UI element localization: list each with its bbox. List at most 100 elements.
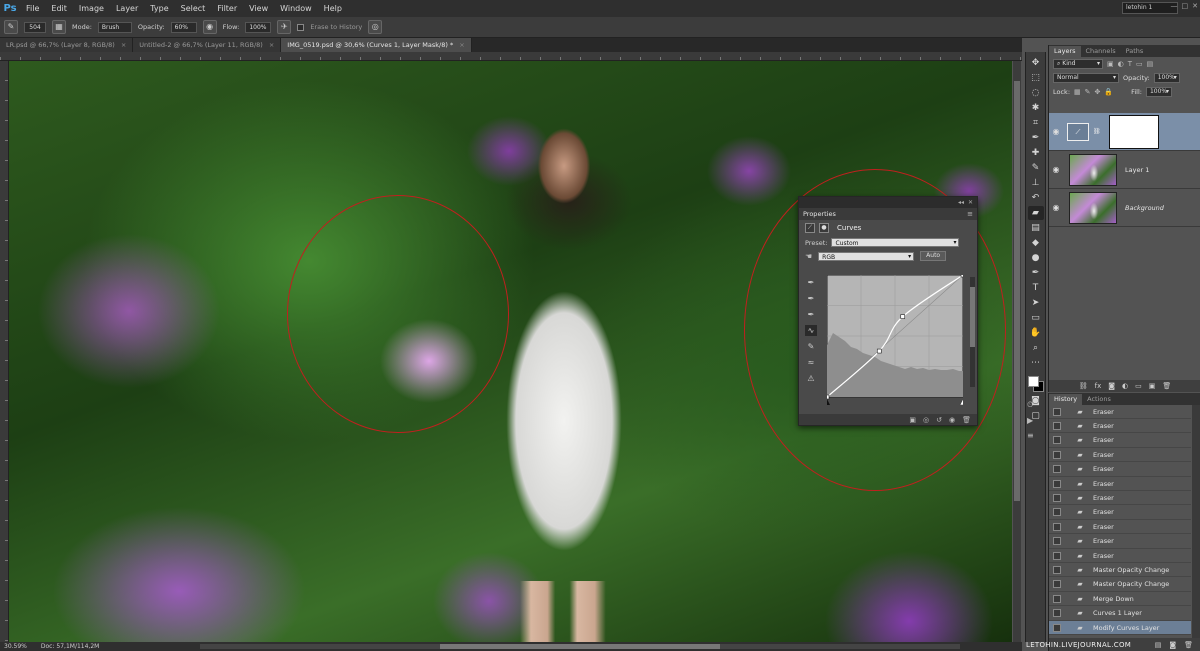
menu-type[interactable]: Type	[144, 4, 174, 13]
channel-select[interactable]: RGB	[818, 251, 915, 261]
tab-history[interactable]: History	[1049, 394, 1083, 405]
auto-button[interactable]: Auto	[920, 251, 947, 261]
properties-titlebar[interactable]: ◂◂ ✕	[799, 197, 977, 208]
history-source-checkbox[interactable]	[1053, 450, 1061, 459]
filter-shape-icon[interactable]: ▭	[1136, 60, 1143, 68]
history-source-checkbox[interactable]	[1053, 493, 1061, 502]
visibility-eye-icon[interactable]: ◉	[1049, 203, 1063, 212]
layer-mask-thumbnail[interactable]	[1108, 114, 1159, 149]
tab-layers[interactable]: Layers	[1049, 46, 1081, 57]
history-item[interactable]: ▰ Eraser	[1049, 434, 1191, 448]
curves-graph[interactable]	[827, 275, 963, 405]
filter-adjustment-icon[interactable]: ◐	[1118, 60, 1124, 68]
filter-pixel-icon[interactable]: ▣	[1107, 60, 1114, 68]
close-icon[interactable]: ×	[269, 41, 274, 49]
on-image-adjust-icon[interactable]: ☚	[805, 252, 812, 261]
black-point-eyedropper-icon[interactable]: ✒	[805, 277, 817, 288]
history-source-checkbox[interactable]	[1053, 537, 1061, 546]
healing-brush-tool-icon[interactable]: ✚	[1028, 146, 1044, 160]
lock-transparency-icon[interactable]: ▦	[1074, 88, 1081, 96]
close-window-button[interactable]: ✕	[1192, 2, 1198, 10]
history-item[interactable]: ▰ Master Opacity Change	[1049, 563, 1191, 578]
clipping-warning-icon[interactable]: ⚠	[805, 373, 817, 384]
preset-select[interactable]: Custom	[831, 238, 960, 247]
history-item[interactable]: ▰ Eraser	[1049, 448, 1191, 463]
foreground-color-swatch[interactable]	[1027, 376, 1039, 387]
vertical-scrollbar[interactable]	[1013, 61, 1021, 642]
curve-control-point[interactable]	[960, 275, 963, 278]
history-item[interactable]: ▰ Eraser	[1049, 491, 1191, 506]
history-source-checkbox[interactable]	[1053, 580, 1061, 589]
history-item[interactable]: ▰ Eraser	[1049, 419, 1191, 434]
horizontal-ruler[interactable]	[0, 52, 1022, 61]
horizontal-scrollbar[interactable]	[200, 644, 960, 649]
eraser-tool-icon[interactable]: ▰	[1027, 206, 1044, 220]
zoom-level[interactable]: 30.59%	[4, 643, 27, 650]
mask-link-icon[interactable]: ⛓	[1093, 128, 1101, 135]
new-adjustment-icon[interactable]: ◐	[1122, 382, 1128, 390]
brush-panel-icon[interactable]: ▦	[52, 20, 66, 34]
pen-tool-icon[interactable]: ✒	[1028, 266, 1044, 280]
type-tool-icon[interactable]: T	[1028, 281, 1044, 295]
flow-field[interactable]: 100%	[245, 21, 272, 33]
visibility-icon[interactable]: ◉	[949, 416, 955, 424]
crop-tool-icon[interactable]: ⌗	[1028, 116, 1044, 130]
history-item[interactable]: ▰ Eraser	[1049, 477, 1191, 491]
menu-edit[interactable]: Edit	[45, 4, 73, 13]
tab-img-0519[interactable]: IMG_0519.psd @ 30,6% (Curves 1, Layer Ma…	[281, 38, 472, 52]
reset-icon[interactable]: ↺	[936, 416, 942, 424]
history-panel-icon[interactable]: ⏲	[1027, 400, 1034, 410]
scroll-thumb[interactable]	[440, 644, 720, 649]
history-source-checkbox[interactable]	[1053, 565, 1061, 574]
tab-properties[interactable]: Properties	[803, 210, 836, 218]
color-swatches[interactable]	[1027, 375, 1045, 393]
new-layer-icon[interactable]: ▣	[1149, 382, 1156, 390]
new-group-icon[interactable]: ▭	[1135, 382, 1142, 390]
tab-untitled-2[interactable]: Untitled-2 @ 66,7% (Layer 11, RGB/8) ×	[133, 38, 282, 52]
history-item[interactable]: ▰ Curves 1 Layer	[1049, 607, 1191, 621]
clone-stamp-tool-icon[interactable]: ⊥	[1028, 176, 1044, 190]
history-source-checkbox[interactable]	[1053, 551, 1061, 560]
layer-curves-1[interactable]: ◉ ⟋ ⛓	[1049, 113, 1200, 151]
erase-history-checkbox[interactable]	[297, 23, 305, 31]
tab-paths[interactable]: Paths	[1121, 46, 1149, 57]
layer-style-icon[interactable]: fx	[1095, 382, 1102, 390]
gray-point-eyedropper-icon[interactable]: ✒	[805, 293, 817, 304]
pencil-curve-icon[interactable]: ✎	[805, 341, 817, 352]
lock-all-icon[interactable]: 🔒	[1104, 88, 1113, 96]
history-source-checkbox[interactable]	[1053, 407, 1061, 416]
menu-layer[interactable]: Layer	[110, 4, 144, 13]
trash-icon[interactable]: 🗑	[1184, 641, 1193, 649]
marquee-tool-icon[interactable]: ⬚	[1028, 71, 1044, 85]
trash-icon[interactable]: 🗑	[962, 416, 971, 424]
more-tools-icon[interactable]: ⋯	[1028, 356, 1044, 370]
menu-help[interactable]: Help	[318, 4, 348, 13]
history-item[interactable]: ▰ Eraser	[1049, 535, 1191, 549]
eyedropper-tool-icon[interactable]: ✒	[1028, 131, 1044, 145]
lock-position-icon[interactable]: ✥	[1095, 88, 1101, 96]
close-icon[interactable]: ×	[121, 41, 126, 49]
minimize-button[interactable]: —	[1171, 2, 1178, 10]
history-source-checkbox[interactable]	[1053, 421, 1061, 430]
brush-tool-icon[interactable]: ✎	[1028, 161, 1044, 175]
history-item[interactable]: ▰ Modify Curves Layer	[1049, 621, 1191, 635]
close-icon[interactable]: ×	[459, 41, 464, 49]
move-tool-icon[interactable]: ✥	[1028, 56, 1044, 70]
pressure-opacity-icon[interactable]: ◉	[202, 20, 217, 34]
menu-file[interactable]: File	[20, 4, 45, 13]
link-layers-icon[interactable]: ⛓	[1079, 382, 1088, 390]
dodge-tool-icon[interactable]: ●	[1028, 251, 1044, 265]
quick-select-tool-icon[interactable]: ✱	[1028, 101, 1044, 115]
actions-panel-icon[interactable]: ▶	[1027, 416, 1034, 425]
filter-type-icon[interactable]: T	[1128, 60, 1132, 68]
opacity-field[interactable]: 60%	[170, 21, 197, 33]
visibility-eye-icon[interactable]: ◉	[1049, 165, 1063, 174]
history-source-checkbox[interactable]	[1053, 594, 1061, 603]
history-item[interactable]: ▰ Eraser	[1049, 506, 1191, 520]
layer-opacity-field[interactable]: 100%	[1153, 73, 1180, 83]
lock-image-icon[interactable]: ✎	[1085, 88, 1091, 96]
snapshot-icon[interactable]: ◙	[1169, 641, 1176, 649]
history-brush-tool-icon[interactable]: ↶	[1028, 191, 1044, 205]
history-item[interactable]: ▰ Eraser	[1049, 463, 1191, 477]
history-source-checkbox[interactable]	[1053, 436, 1061, 445]
